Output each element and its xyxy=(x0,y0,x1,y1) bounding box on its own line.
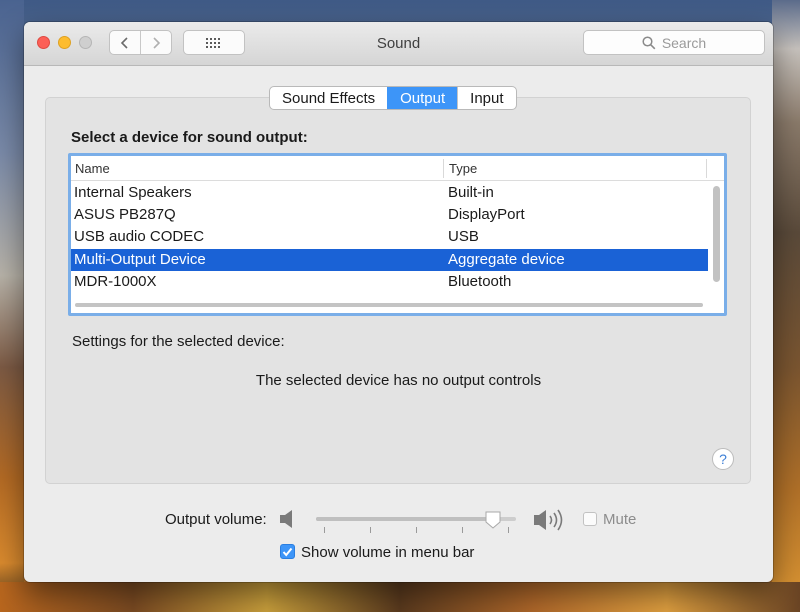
speaker-high-icon xyxy=(534,509,563,531)
device-type: USB xyxy=(448,228,479,245)
search-icon xyxy=(642,35,656,49)
search-placeholder: Search xyxy=(661,34,707,51)
search-field[interactable]: Search xyxy=(583,30,765,55)
table-header: Name Type xyxy=(71,156,724,181)
table-row[interactable]: Internal Speakers Built-in xyxy=(71,182,708,204)
slider-thumb[interactable] xyxy=(485,511,501,529)
device-type: Aggregate device xyxy=(448,251,565,268)
output-device-table[interactable]: Name Type Internal Speakers Built-in ASU… xyxy=(68,153,727,316)
slider-tick xyxy=(324,527,325,533)
titlebar: Sound Search xyxy=(24,22,773,66)
tab-output[interactable]: Output xyxy=(387,87,458,109)
desktop-wallpaper-right xyxy=(772,0,800,612)
slider-tick xyxy=(416,527,417,533)
column-divider xyxy=(706,159,707,178)
horizontal-scrollbar[interactable] xyxy=(75,303,703,307)
column-divider xyxy=(443,159,444,178)
device-list-heading: Select a device for sound output: xyxy=(71,129,308,146)
table-row[interactable]: MDR-1000X Bluetooth xyxy=(71,271,708,293)
device-name: Internal Speakers xyxy=(74,184,192,201)
desktop-wallpaper-bottom xyxy=(0,582,800,612)
device-type: Built-in xyxy=(448,184,494,201)
vertical-scrollbar[interactable] xyxy=(713,186,720,282)
mute-checkbox[interactable] xyxy=(583,512,597,526)
tab-input[interactable]: Input xyxy=(457,87,515,109)
device-name: ASUS PB287Q xyxy=(74,206,176,223)
output-volume-label: Output volume: xyxy=(165,511,267,528)
no-controls-message: The selected device has no output contro… xyxy=(255,372,542,389)
device-type: DisplayPort xyxy=(448,206,525,223)
device-type: Bluetooth xyxy=(448,273,512,290)
device-name: USB audio CODEC xyxy=(74,228,205,245)
sound-preferences-window: Sound Search Sound Effects Output Input … xyxy=(24,22,773,582)
column-header-type[interactable]: Type xyxy=(449,161,477,176)
column-header-name[interactable]: Name xyxy=(75,161,110,176)
mute-label: Mute xyxy=(603,511,637,528)
output-volume-slider[interactable] xyxy=(316,511,516,533)
tab-sound-effects[interactable]: Sound Effects xyxy=(270,87,387,109)
settings-label: Settings for the selected device: xyxy=(72,333,285,350)
table-row[interactable]: USB audio CODEC USB xyxy=(71,226,708,248)
tab-bar: Sound Effects Output Input xyxy=(269,86,517,110)
slider-tick xyxy=(370,527,371,533)
slider-tick xyxy=(508,527,509,533)
show-volume-label: Show volume in menu bar xyxy=(301,544,475,561)
desktop-wallpaper-left xyxy=(0,0,24,612)
device-name: MDR-1000X xyxy=(74,273,157,290)
speaker-low-icon xyxy=(280,510,292,528)
help-button[interactable]: ? xyxy=(712,448,734,470)
checkmark-icon xyxy=(282,547,293,557)
table-row-selected[interactable]: Multi-Output Device Aggregate device xyxy=(71,249,708,271)
device-name: Multi-Output Device xyxy=(74,251,206,268)
show-volume-checkbox[interactable] xyxy=(280,544,295,559)
slider-tick xyxy=(462,527,463,533)
slider-fill xyxy=(316,517,493,521)
table-row[interactable]: ASUS PB287Q DisplayPort xyxy=(71,204,708,226)
